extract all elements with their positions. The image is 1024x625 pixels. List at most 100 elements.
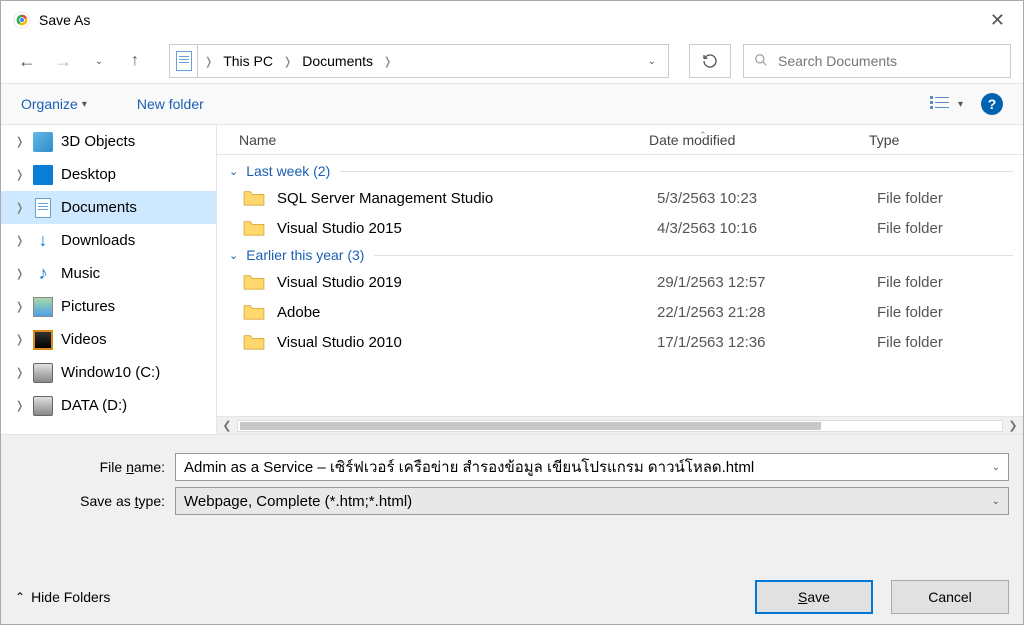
file-row[interactable]: Visual Studio 2015 4/3/2563 10:16 File f… xyxy=(217,213,1023,243)
tree-label: 3D Objects xyxy=(61,133,135,150)
file-row[interactable]: SQL Server Management Studio 5/3/2563 10… xyxy=(217,183,1023,213)
filename-value: Admin as a Service – เซิร์ฟเวอร์ เครือข่… xyxy=(184,455,992,479)
savetype-value: Webpage, Complete (*.htm;*.html) xyxy=(184,493,992,510)
address-dropdown[interactable]: ⌄ xyxy=(636,56,668,67)
hide-folders-toggle[interactable]: ⌃ Hide Folders xyxy=(15,589,110,605)
desktop-icon xyxy=(33,165,53,185)
group-earlier-year[interactable]: ⌄ Earlier this year (3) xyxy=(217,243,1023,267)
back-button[interactable]: ← xyxy=(13,47,41,75)
cancel-button[interactable]: Cancel xyxy=(891,580,1009,614)
breadcrumb-folder[interactable]: Documents xyxy=(298,53,377,69)
history-dropdown[interactable]: ⌄ xyxy=(85,47,113,75)
save-button[interactable]: Save xyxy=(755,580,873,614)
view-dropdown[interactable]: ▾ xyxy=(958,99,963,110)
file-row[interactable]: Visual Studio 2010 17/1/2563 12:36 File … xyxy=(217,327,1023,357)
view-options-button[interactable] xyxy=(926,90,954,118)
group-label: Earlier this year (3) xyxy=(246,247,364,263)
tree-item-drive-d[interactable]: ❭ DATA (D:) xyxy=(1,389,216,422)
scroll-right-icon[interactable]: ❯ xyxy=(1003,419,1023,432)
forward-button[interactable]: → xyxy=(49,47,77,75)
tree-label: Desktop xyxy=(61,166,116,183)
file-row[interactable]: Visual Studio 2019 29/1/2563 12:57 File … xyxy=(217,267,1023,297)
list-view-icon xyxy=(930,96,950,112)
chevron-down-icon[interactable]: ⌄ xyxy=(992,496,1000,507)
new-folder-button[interactable]: New folder xyxy=(137,96,204,112)
chevron-down-icon: ⌄ xyxy=(229,165,238,178)
tree-item-documents[interactable]: ❭ Documents xyxy=(1,191,216,224)
tree-label: Downloads xyxy=(61,232,135,249)
scroll-thumb[interactable] xyxy=(240,422,821,430)
chevron-right-icon[interactable]: ❭ xyxy=(277,55,298,68)
file-name: Adobe xyxy=(277,304,657,321)
file-name: Visual Studio 2015 xyxy=(277,220,657,237)
tree-item-downloads[interactable]: ❭ ↓ Downloads xyxy=(1,224,216,257)
file-name: Visual Studio 2010 xyxy=(277,334,657,351)
search-input[interactable] xyxy=(778,53,1000,69)
tree-item-music[interactable]: ❭ ♪ Music xyxy=(1,257,216,290)
search-box[interactable] xyxy=(743,44,1011,78)
tree-label: Videos xyxy=(61,331,107,348)
save-form: File name: Admin as a Service – เซิร์ฟเว… xyxy=(1,434,1023,624)
chevron-right-icon[interactable]: ❭ xyxy=(15,300,25,313)
chevron-right-icon[interactable]: ❭ xyxy=(15,168,25,181)
file-date: 17/1/2563 12:36 xyxy=(657,334,877,351)
file-date: 29/1/2563 12:57 xyxy=(657,274,877,291)
column-date[interactable]: ⌃Date modified xyxy=(649,132,869,148)
filename-label: File name: xyxy=(15,459,175,476)
help-button[interactable]: ? xyxy=(981,93,1003,115)
3d-objects-icon xyxy=(33,132,53,152)
search-icon xyxy=(754,53,768,70)
chevron-right-icon[interactable]: ❭ xyxy=(15,366,25,379)
organize-menu[interactable]: Organize ▾ xyxy=(21,96,87,112)
tree-item-videos[interactable]: ❭ Videos xyxy=(1,323,216,356)
file-type: File folder xyxy=(877,220,943,237)
group-label: Last week (2) xyxy=(246,163,330,179)
tree-item-pictures[interactable]: ❭ Pictures xyxy=(1,290,216,323)
folder-tree[interactable]: ❭ 3D Objects ❭ Desktop ❭ Documents ❭ ↓ D… xyxy=(1,125,217,434)
file-type: File folder xyxy=(877,304,943,321)
chevron-right-icon[interactable]: ❭ xyxy=(15,201,25,214)
tree-label: Window10 (C:) xyxy=(61,364,160,381)
window-title: Save As xyxy=(39,12,980,28)
file-type: File folder xyxy=(877,274,943,291)
filename-input[interactable]: Admin as a Service – เซิร์ฟเวอร์ เครือข่… xyxy=(175,453,1009,481)
scroll-left-icon[interactable]: ❮ xyxy=(217,419,237,432)
drive-icon xyxy=(33,396,53,416)
chevron-right-icon[interactable]: ❭ xyxy=(15,135,25,148)
chrome-icon xyxy=(13,11,31,29)
address-bar[interactable]: ❭ This PC ❭ Documents ❭ ⌄ xyxy=(169,44,669,78)
chevron-right-icon[interactable]: ❭ xyxy=(15,333,25,346)
chevron-right-icon[interactable]: ❭ xyxy=(15,234,25,247)
file-list-pane: Name ⌃Date modified Type ⌄ Last week (2)… xyxy=(217,125,1023,434)
location-icon xyxy=(170,45,198,77)
chevron-right-icon[interactable]: ❭ xyxy=(198,55,219,68)
group-last-week[interactable]: ⌄ Last week (2) xyxy=(217,159,1023,183)
drive-icon xyxy=(33,363,53,383)
chevron-down-icon[interactable]: ⌄ xyxy=(992,462,1000,473)
tree-item-3d-objects[interactable]: ❭ 3D Objects xyxy=(1,125,216,158)
chevron-right-icon[interactable]: ❭ xyxy=(15,267,25,280)
close-button[interactable]: ✕ xyxy=(980,10,1015,31)
file-row[interactable]: Adobe 22/1/2563 21:28 File folder xyxy=(217,297,1023,327)
videos-icon xyxy=(33,330,53,350)
tree-item-desktop[interactable]: ❭ Desktop xyxy=(1,158,216,191)
file-date: 5/3/2563 10:23 xyxy=(657,190,877,207)
chevron-right-icon[interactable]: ❭ xyxy=(377,55,398,68)
tree-label: Documents xyxy=(61,199,137,216)
savetype-combo[interactable]: Webpage, Complete (*.htm;*.html) ⌄ xyxy=(175,487,1009,515)
horizontal-scrollbar[interactable]: ❮ ❯ xyxy=(217,416,1023,434)
tree-item-drive-c[interactable]: ❭ Window10 (C:) xyxy=(1,356,216,389)
chevron-right-icon[interactable]: ❭ xyxy=(15,399,25,412)
refresh-button[interactable] xyxy=(689,44,731,78)
downloads-icon: ↓ xyxy=(33,231,53,251)
new-folder-label: New folder xyxy=(137,96,204,112)
up-button[interactable]: ↑ xyxy=(121,47,149,75)
tree-label: Music xyxy=(61,265,100,282)
column-name[interactable]: Name xyxy=(239,132,649,148)
chevron-up-icon: ⌃ xyxy=(15,590,25,604)
breadcrumb-root[interactable]: This PC xyxy=(219,53,277,69)
tree-label: Pictures xyxy=(61,298,115,315)
column-type[interactable]: Type xyxy=(869,132,1023,148)
music-icon: ♪ xyxy=(33,264,53,284)
file-list[interactable]: ⌄ Last week (2) SQL Server Management St… xyxy=(217,155,1023,416)
